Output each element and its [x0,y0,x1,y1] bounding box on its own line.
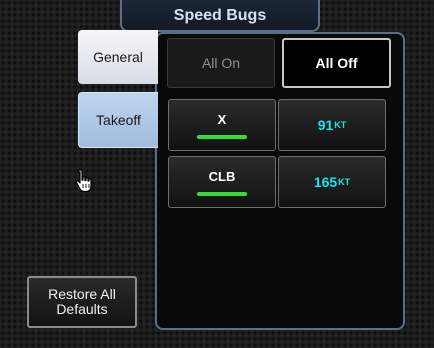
title-tab: Speed Bugs [120,0,320,32]
bug-clb-toggle-button[interactable]: CLB [168,156,276,208]
restore-all-defaults-button[interactable]: Restore All Defaults [27,276,137,328]
bug-x-value: 91 [317,117,334,133]
bug-x-unit: KT [334,120,347,130]
hand-pointer-icon [75,169,92,193]
bug-x-toggle-button[interactable]: X [168,99,276,151]
restore-label-line2: Defaults [56,301,108,317]
bug-clb-label: CLB [208,168,236,184]
tab-takeoff[interactable]: Takeoff [78,92,158,148]
bug-clb-enabled-indicator [197,191,247,196]
speed-bugs-screen: Speed Bugs General Takeoff All On All Of… [0,0,434,348]
bug-clb-value: 165 [313,174,338,190]
page-title: Speed Bugs [173,7,267,24]
tab-general[interactable]: General [78,30,158,84]
all-off-button[interactable]: All Off [282,38,391,88]
bug-x-label: X [217,111,227,127]
bug-clb-value-button[interactable]: 165 KT [278,156,386,208]
restore-label-line1: Restore All [48,286,116,302]
bug-clb-unit: KT [338,177,351,187]
bug-x-enabled-indicator [197,134,247,139]
all-on-button[interactable]: All On [167,38,275,88]
bug-x-value-button[interactable]: 91 KT [278,99,386,151]
